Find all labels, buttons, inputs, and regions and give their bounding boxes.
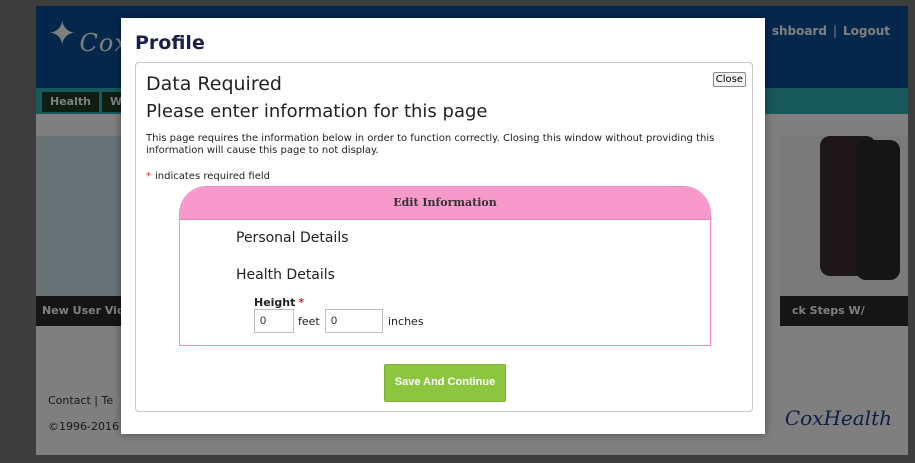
panel-heading: Data Required [146, 73, 282, 95]
modal-title: Profile [135, 32, 205, 54]
height-label: Height * [254, 296, 305, 309]
height-feet-input[interactable]: 0 [254, 309, 294, 333]
profile-modal: Profile Data Required Close Please enter… [121, 18, 765, 434]
form-header: Edit Information [180, 187, 710, 220]
required-star: * [146, 171, 151, 182]
section-health-details[interactable]: Health Details [236, 267, 335, 283]
data-required-panel: Data Required Close Please enter informa… [135, 62, 753, 412]
required-note: * indicates required field [146, 171, 270, 182]
save-and-continue-button[interactable]: Save And Continue [384, 364, 506, 402]
inches-unit-label: inches [388, 315, 424, 328]
panel-message: This page requires the information below… [146, 133, 715, 156]
section-personal-details[interactable]: Personal Details [236, 230, 349, 246]
panel-subheading: Please enter information for this page [146, 101, 488, 122]
close-button[interactable]: Close [712, 72, 746, 87]
edit-information-form: Edit Information Personal Details Health… [179, 186, 711, 346]
required-note-text: indicates required field [155, 171, 270, 182]
height-inches-input[interactable]: 0 [325, 309, 383, 333]
required-star: * [298, 296, 305, 309]
feet-unit-label: feet [298, 315, 320, 328]
